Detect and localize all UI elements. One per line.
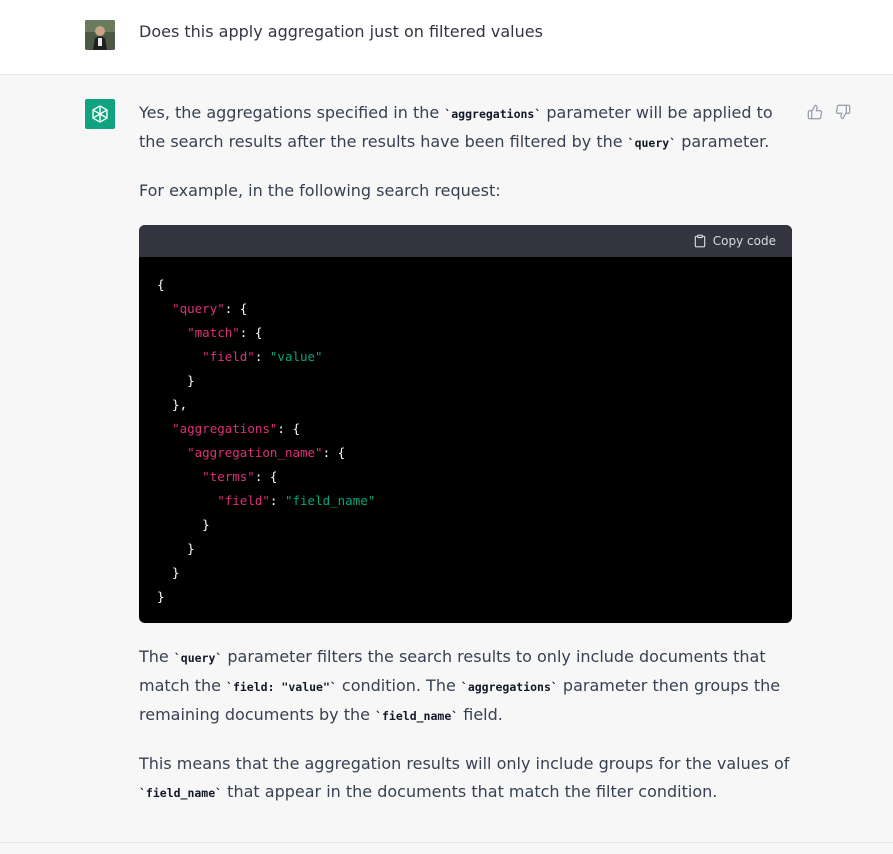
code-key: "field" bbox=[202, 349, 255, 364]
thumbs-up-icon[interactable] bbox=[807, 104, 823, 120]
code-block-header: Copy code bbox=[139, 225, 792, 257]
code-line: } bbox=[157, 513, 774, 537]
paragraph-4: This means that the aggregation results … bbox=[139, 754, 790, 801]
user-message-row: Does this apply aggregation just on filt… bbox=[0, 0, 893, 75]
code-punct: } bbox=[157, 541, 195, 556]
code-key: "aggregations" bbox=[172, 421, 278, 436]
feedback-controls bbox=[807, 104, 851, 120]
clipboard-icon bbox=[694, 234, 706, 248]
code-line: "field": "value" bbox=[157, 345, 774, 369]
code-punct: } bbox=[157, 565, 180, 580]
code-key: "field" bbox=[217, 493, 270, 508]
code-punct: } bbox=[157, 373, 195, 388]
inline-code: `query` bbox=[173, 651, 223, 665]
code-punct: : { bbox=[277, 421, 300, 436]
inline-code: `aggregations` bbox=[444, 107, 542, 121]
code-line: } bbox=[157, 537, 774, 561]
assistant-message-content: Yes, the aggregations specified in the `… bbox=[139, 99, 792, 827]
code-line: "field": "field_name" bbox=[157, 489, 774, 513]
code-key: "terms" bbox=[202, 469, 255, 484]
code-line: }, bbox=[157, 393, 774, 417]
user-avatar bbox=[85, 20, 115, 50]
code-line: } bbox=[157, 369, 774, 393]
code-block: Copy code { "query": { "match": { "field… bbox=[139, 225, 792, 623]
paragraph-2: For example, in the following search req… bbox=[139, 181, 501, 200]
inline-code: `field: "value"` bbox=[226, 680, 337, 694]
code-line: } bbox=[157, 585, 774, 609]
code-line: "match": { bbox=[157, 321, 774, 345]
code-key: "aggregation_name" bbox=[187, 445, 323, 460]
code-punct: : bbox=[269, 493, 285, 508]
code-punct: : { bbox=[239, 325, 263, 340]
thumbs-down-icon[interactable] bbox=[835, 104, 851, 120]
copy-code-label: Copy code bbox=[712, 234, 776, 248]
code-line: } bbox=[157, 561, 774, 585]
code-key: "match" bbox=[187, 325, 240, 340]
user-avatar-photo bbox=[85, 20, 115, 50]
paragraph-3: The `query` parameter filters the search… bbox=[139, 647, 781, 724]
paragraph-1: Yes, the aggregations specified in the `… bbox=[139, 103, 773, 151]
inline-code: `query` bbox=[627, 136, 677, 150]
code-line: "aggregations": { bbox=[157, 417, 774, 441]
code-punct: { bbox=[157, 277, 165, 292]
code-line: "terms": { bbox=[157, 465, 774, 489]
copy-code-button[interactable]: Copy code bbox=[693, 227, 776, 255]
assistant-message-row: Yes, the aggregations specified in the `… bbox=[0, 75, 893, 843]
code-string: "field_name" bbox=[284, 493, 376, 508]
code-punct: } bbox=[157, 589, 165, 604]
code-punct: : bbox=[254, 349, 270, 364]
openai-logo-icon bbox=[92, 105, 108, 123]
inline-code: `field_name` bbox=[139, 786, 223, 800]
code-line: { bbox=[157, 273, 774, 297]
code-string: "value" bbox=[269, 349, 323, 364]
inline-code: `aggregations` bbox=[460, 680, 558, 694]
code-line: "aggregation_name": { bbox=[157, 441, 774, 465]
ai-avatar bbox=[85, 99, 115, 129]
code-punct: : { bbox=[254, 469, 278, 484]
inline-code: `field_name` bbox=[375, 709, 459, 723]
code-line: "query": { bbox=[157, 297, 774, 321]
code-punct: : { bbox=[224, 301, 248, 316]
user-message-text: Does this apply aggregation just on filt… bbox=[139, 22, 543, 41]
code-punct: : { bbox=[322, 445, 346, 460]
code-body: { "query": { "match": { "field": "value"… bbox=[139, 257, 792, 623]
code-key: "query" bbox=[172, 301, 225, 316]
code-punct: }, bbox=[157, 397, 188, 412]
code-punct: } bbox=[157, 517, 210, 532]
